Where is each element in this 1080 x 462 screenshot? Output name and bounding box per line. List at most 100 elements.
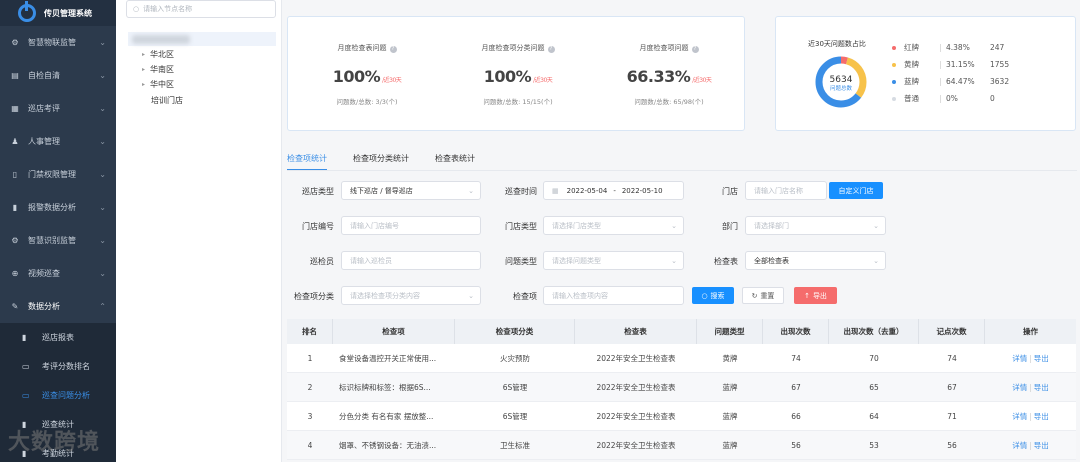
- tab-category-stats[interactable]: 检查项分类统计: [353, 153, 409, 171]
- cell-count: 66: [791, 411, 801, 421]
- checklist-select[interactable]: 全部检查表 ⌄: [745, 251, 886, 270]
- sidebar-item-self-check[interactable]: ▤ 自检自清 ⌄: [0, 59, 116, 92]
- chevron-down-icon: ⌄: [99, 203, 106, 212]
- cell-type: 黄牌: [722, 353, 738, 363]
- reset-button-label: 重置: [760, 291, 775, 300]
- store-kind-select[interactable]: 请选择门店类型 ⌄: [543, 216, 684, 235]
- date-separator: -: [613, 186, 616, 195]
- search-icon: ○: [701, 291, 708, 300]
- detail-link[interactable]: 详情: [1012, 412, 1027, 421]
- inspector-placeholder: 请输入巡检员: [350, 256, 392, 265]
- watermark: 大数跨境: [8, 430, 101, 455]
- tree-root-node[interactable]: [128, 32, 276, 46]
- sidebar-subitem-issue-analysis[interactable]: ▭ 巡查问题分析: [0, 381, 116, 410]
- sidebar-item-hr[interactable]: ♟ 人事管理 ⌄: [0, 125, 116, 158]
- tab-item-stats[interactable]: 检查项统计: [287, 153, 327, 171]
- legend-percent: 4.38%: [946, 43, 970, 52]
- export-link[interactable]: 导出: [1034, 412, 1049, 421]
- label-checklist: 检查表: [714, 257, 738, 266]
- date-end: 2022-05-10: [621, 186, 663, 195]
- item-input[interactable]: 请输入检查项内容: [543, 286, 684, 305]
- cell-category: 火灾预防: [500, 353, 530, 363]
- cell-count: 74: [791, 353, 801, 363]
- checklist-value: 全部检查表: [754, 256, 789, 265]
- item-category-select[interactable]: 请选择检查项分类内容 ⌄: [341, 286, 481, 305]
- export-link[interactable]: 导出: [1034, 354, 1049, 363]
- detail-link[interactable]: 详情: [1012, 383, 1027, 392]
- tree-node-huazhong[interactable]: ▸ 华中区: [142, 79, 174, 90]
- store-type-select[interactable]: 线下巡店 / 督导巡店 ⌄: [341, 181, 481, 200]
- cell-points: 56: [947, 440, 957, 450]
- store-input[interactable]: 请输入门店名称: [745, 181, 827, 200]
- sidebar-item-smart-recog[interactable]: ⚙ 智慧识别监管 ⌄: [0, 224, 116, 257]
- logo: 传贝管理系统: [0, 0, 116, 26]
- sidebar-menu: ⚙ 智慧物联监管 ⌄ ▤ 自检自清 ⌄ ▦ 巡店考评 ⌄ ♟ 人事管理 ⌄ ▯ 门禁权限管理 ⌄ ▮…: [0, 26, 116, 323]
- help-icon[interactable]: ?: [389, 46, 397, 53]
- legend-row-yellow: 黄牌 31.15% 1755: [892, 59, 1009, 70]
- sidebar-item-alarm[interactable]: ▮ 报警数据分析 ⌄: [0, 191, 116, 224]
- export-link[interactable]: 导出: [1034, 441, 1049, 450]
- person-icon: ♟: [11, 136, 19, 146]
- cell-rank: 1: [307, 353, 313, 363]
- reset-button[interactable]: ↻ 重置: [742, 287, 784, 304]
- stat-suffix: /近30天: [533, 77, 553, 84]
- table-header: 排名 检查项 检查项分类 检查表 问题类型 出现次数 出现次数（去重） 记点次数…: [287, 319, 1076, 344]
- search-button[interactable]: ○ 搜索: [692, 287, 734, 304]
- tree-search-input[interactable]: ○ 请输入节点名称: [126, 0, 276, 18]
- cell-rank: 4: [307, 440, 313, 450]
- edit-icon: ✎: [11, 301, 19, 311]
- store-no-placeholder: 请输入门店编号: [350, 221, 399, 230]
- legend-divider: [940, 43, 941, 52]
- upload-icon: ↑: [804, 291, 810, 300]
- sidebar-item-smart-iot[interactable]: ⚙ 智慧物联监管 ⌄: [0, 26, 116, 59]
- help-icon[interactable]: ?: [547, 46, 555, 53]
- sidebar-item-video[interactable]: ⊕ 视频巡查 ⌄: [0, 257, 116, 290]
- sidebar-item-label: 视频巡查: [28, 269, 60, 278]
- sidebar-subitem-store-report[interactable]: ▮ 巡店报表: [0, 323, 116, 352]
- legend-percent: 0%: [946, 94, 958, 103]
- custom-store-button[interactable]: 自定义门店: [829, 182, 883, 199]
- inspector-input[interactable]: 请输入巡检员: [341, 251, 481, 270]
- detail-link[interactable]: 详情: [1012, 354, 1027, 363]
- cell-dedup: 53: [869, 440, 879, 450]
- tab-checklist-stats[interactable]: 检查表统计: [435, 153, 475, 171]
- detail-link[interactable]: 详情: [1012, 441, 1027, 450]
- chevron-down-icon: ⌄: [468, 291, 474, 300]
- dept-select[interactable]: 请选择部门 ⌄: [745, 216, 886, 235]
- tree-node-training[interactable]: 培训门店: [151, 95, 183, 106]
- caret-right-icon: ▸: [142, 66, 146, 73]
- action-separator: |: [1029, 353, 1032, 363]
- col-type: 问题类型: [697, 319, 763, 344]
- legend-row-normal: 普通 0% 0: [892, 93, 995, 104]
- col-category: 检查项分类: [455, 319, 575, 344]
- sidebar-subitem-score-rank[interactable]: ▭ 考评分数排名: [0, 352, 116, 381]
- tree-search-placeholder: 请输入节点名称: [143, 5, 193, 13]
- gear-icon: ⚙: [11, 235, 19, 245]
- export-link[interactable]: 导出: [1034, 383, 1049, 392]
- cell-type: 蓝牌: [722, 411, 738, 421]
- cell-category: 6S管理: [502, 411, 528, 421]
- help-icon[interactable]: ?: [691, 46, 699, 53]
- sidebar-item-data-analysis[interactable]: ✎ 数据分析 ⌃: [0, 290, 116, 323]
- stats-tabs: 检查项统计 检查项分类统计 检查表统计: [287, 153, 501, 171]
- legend-divider: [940, 77, 941, 86]
- label-issue-type: 问题类型: [505, 257, 537, 266]
- export-button[interactable]: ↑ 导出: [794, 287, 837, 304]
- item-placeholder: 请输入检查项内容: [552, 291, 608, 300]
- date-range-picker[interactable]: ▦ 2022-05-04-2022-05-10: [543, 181, 684, 200]
- store-no-input[interactable]: 请输入门店编号: [341, 216, 481, 235]
- chevron-down-icon: ⌄: [99, 38, 106, 47]
- stat-value: 100%: [332, 67, 381, 86]
- gear-icon: ⚙: [11, 37, 19, 47]
- list-icon: ▦: [11, 103, 19, 113]
- sidebar-item-access[interactable]: ▯ 门禁权限管理 ⌄: [0, 158, 116, 191]
- issue-type-select[interactable]: 请选择问题类型 ⌄: [543, 251, 684, 270]
- tree-node-label: 华南区: [150, 65, 175, 74]
- tree-node-huabei[interactable]: ▸ 华北区: [142, 49, 174, 60]
- sidebar-item-label: 巡店考评: [28, 104, 60, 113]
- tree-node-huanan[interactable]: ▸ 华南区: [142, 64, 174, 75]
- issue-type-placeholder: 请选择问题类型: [552, 256, 601, 265]
- donut-card: 近30天问题数占比 5634 问题总数 红牌 4.38% 247 黄牌 31.15% 1…: [775, 16, 1076, 131]
- sidebar-item-store-eval[interactable]: ▦ 巡店考评 ⌄: [0, 92, 116, 125]
- sidebar-item-label: 报警数据分析: [28, 203, 76, 212]
